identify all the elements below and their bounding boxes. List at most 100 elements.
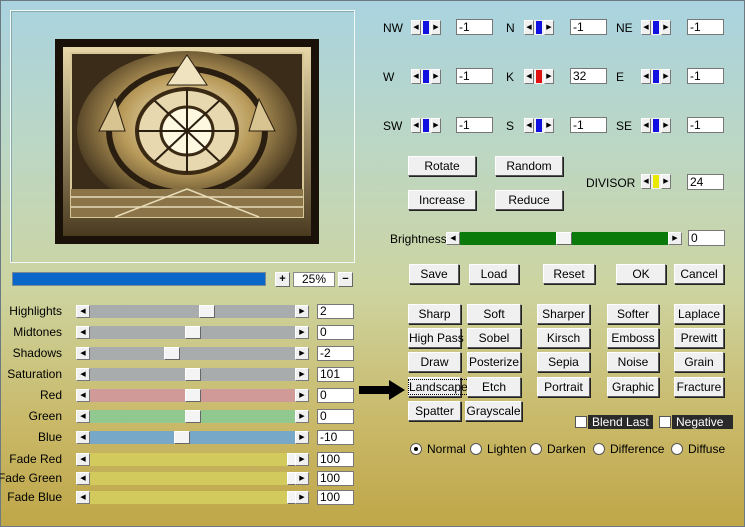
shadows-value[interactable]: -2 bbox=[317, 346, 354, 361]
divisor-value[interactable]: 24 bbox=[687, 174, 724, 190]
highlights-slider[interactable]: ◀ ▶ bbox=[76, 305, 309, 318]
preset-graphic-button[interactable]: Graphic bbox=[607, 377, 659, 397]
shadows-right-icon[interactable]: ▶ bbox=[295, 347, 309, 360]
dir-n-spinner[interactable]: ◀ ▶ bbox=[524, 20, 554, 35]
save-button[interactable]: Save bbox=[409, 264, 459, 284]
red-value[interactable]: 0 bbox=[317, 388, 354, 403]
preset-sharper-button[interactable]: Sharper bbox=[537, 304, 590, 324]
dir-e-increase-icon[interactable]: ▶ bbox=[661, 69, 671, 84]
fade-red-right-icon[interactable]: ▶ bbox=[295, 453, 309, 466]
random-button[interactable]: Random bbox=[495, 156, 563, 176]
dir-k-decrease-icon[interactable]: ◀ bbox=[524, 69, 534, 84]
dir-nw-decrease-icon[interactable]: ◀ bbox=[411, 20, 421, 35]
red-left-icon[interactable]: ◀ bbox=[76, 389, 90, 402]
dir-ne-increase-icon[interactable]: ▶ bbox=[661, 20, 671, 35]
preset-laplace-button[interactable]: Laplace bbox=[674, 304, 724, 324]
red-thumb[interactable] bbox=[184, 389, 201, 402]
dir-k-spinner[interactable]: ◀ ▶ bbox=[524, 69, 554, 84]
saturation-left-icon[interactable]: ◀ bbox=[76, 368, 90, 381]
preset-sepia-button[interactable]: Sepia bbox=[537, 352, 590, 372]
blue-right-icon[interactable]: ▶ bbox=[295, 431, 309, 444]
dir-nw-value[interactable]: -1 bbox=[456, 19, 493, 35]
dir-s-value[interactable]: -1 bbox=[570, 117, 607, 133]
preset-portrait-button[interactable]: Portrait bbox=[537, 377, 590, 397]
fade-blue-left-icon[interactable]: ◀ bbox=[76, 491, 90, 504]
reduce-button[interactable]: Reduce bbox=[495, 190, 563, 210]
preset-emboss-button[interactable]: Emboss bbox=[607, 328, 659, 348]
dir-sw-increase-icon[interactable]: ▶ bbox=[431, 118, 441, 133]
dir-w-decrease-icon[interactable]: ◀ bbox=[411, 69, 421, 84]
zoom-in-button[interactable]: + bbox=[275, 272, 290, 287]
preset-noise-button[interactable]: Noise bbox=[607, 352, 659, 372]
fade-green-right-icon[interactable]: ▶ bbox=[295, 472, 309, 485]
preset-fracture-button[interactable]: Fracture bbox=[674, 377, 724, 397]
preset-softer-button[interactable]: Softer bbox=[607, 304, 659, 324]
brightness-slider[interactable]: ◀ ▶ bbox=[446, 232, 682, 245]
preset-posterize-button[interactable]: Posterize bbox=[467, 352, 521, 372]
saturation-value[interactable]: 101 bbox=[317, 367, 354, 382]
preset-landscape-button[interactable]: Landscape bbox=[408, 377, 469, 397]
dir-e-decrease-icon[interactable]: ◀ bbox=[641, 69, 651, 84]
brightness-left-icon[interactable]: ◀ bbox=[446, 232, 460, 245]
preset-high-pass-button[interactable]: High Pass bbox=[408, 328, 464, 348]
red-right-icon[interactable]: ▶ bbox=[295, 389, 309, 402]
dir-w-spinner[interactable]: ◀ ▶ bbox=[411, 69, 441, 84]
brightness-value[interactable]: 0 bbox=[688, 230, 725, 246]
saturation-slider[interactable]: ◀ ▶ bbox=[76, 368, 309, 381]
dir-nw-increase-icon[interactable]: ▶ bbox=[431, 20, 441, 35]
preset-spatter-button[interactable]: Spatter bbox=[408, 401, 461, 421]
shadows-left-icon[interactable]: ◀ bbox=[76, 347, 90, 360]
dir-ne-spinner[interactable]: ◀ ▶ bbox=[641, 20, 671, 35]
shadows-slider[interactable]: ◀ ▶ bbox=[76, 347, 309, 360]
green-slider[interactable]: ◀ ▶ bbox=[76, 410, 309, 423]
preset-grayscale-button[interactable]: Grayscale bbox=[465, 401, 522, 421]
mode-darken-radio[interactable] bbox=[530, 443, 542, 455]
dir-sw-spinner[interactable]: ◀ ▶ bbox=[411, 118, 441, 133]
blue-left-icon[interactable]: ◀ bbox=[76, 431, 90, 444]
saturation-right-icon[interactable]: ▶ bbox=[295, 368, 309, 381]
load-button[interactable]: Load bbox=[469, 264, 519, 284]
fade-green-value[interactable]: 100 bbox=[317, 471, 354, 486]
fade-green-slider[interactable]: ◀ ▶ bbox=[76, 472, 309, 485]
fade-red-left-icon[interactable]: ◀ bbox=[76, 453, 90, 466]
blue-value[interactable]: -10 bbox=[317, 430, 354, 445]
midtones-left-icon[interactable]: ◀ bbox=[76, 326, 90, 339]
ok-button[interactable]: OK bbox=[616, 264, 666, 284]
rotate-button[interactable]: Rotate bbox=[408, 156, 476, 176]
green-value[interactable]: 0 bbox=[317, 409, 354, 424]
cancel-button[interactable]: Cancel bbox=[674, 264, 724, 284]
brightness-right-icon[interactable]: ▶ bbox=[668, 232, 682, 245]
zoom-out-button[interactable]: − bbox=[338, 272, 353, 287]
dir-s-decrease-icon[interactable]: ◀ bbox=[524, 118, 534, 133]
dir-se-spinner[interactable]: ◀ ▶ bbox=[641, 118, 671, 133]
dir-sw-value[interactable]: -1 bbox=[456, 117, 493, 133]
preset-sobel-button[interactable]: Sobel bbox=[467, 328, 521, 348]
preset-draw-button[interactable]: Draw bbox=[408, 352, 461, 372]
mode-lighten-radio[interactable] bbox=[470, 443, 482, 455]
dir-w-increase-icon[interactable]: ▶ bbox=[431, 69, 441, 84]
blend-last-checkbox[interactable] bbox=[575, 416, 587, 428]
highlights-thumb[interactable] bbox=[198, 305, 215, 318]
preset-prewitt-button[interactable]: Prewitt bbox=[674, 328, 724, 348]
saturation-thumb[interactable] bbox=[184, 368, 201, 381]
increase-button[interactable]: Increase bbox=[408, 190, 476, 210]
dir-w-value[interactable]: -1 bbox=[456, 68, 493, 84]
reset-button[interactable]: Reset bbox=[543, 264, 595, 284]
dir-k-increase-icon[interactable]: ▶ bbox=[544, 69, 554, 84]
dir-ne-value[interactable]: -1 bbox=[687, 19, 724, 35]
fade-red-value[interactable]: 100 bbox=[317, 452, 354, 467]
preset-sharp-button[interactable]: Sharp bbox=[408, 304, 461, 324]
shadows-thumb[interactable] bbox=[164, 347, 180, 360]
dir-e-value[interactable]: -1 bbox=[687, 68, 724, 84]
preset-grain-button[interactable]: Grain bbox=[674, 352, 724, 372]
dir-ne-decrease-icon[interactable]: ◀ bbox=[641, 20, 651, 35]
preset-etch-button[interactable]: Etch bbox=[467, 377, 521, 397]
red-slider[interactable]: ◀ ▶ bbox=[76, 389, 309, 402]
midtones-right-icon[interactable]: ▶ bbox=[295, 326, 309, 339]
dir-se-value[interactable]: -1 bbox=[687, 117, 724, 133]
dir-n-increase-icon[interactable]: ▶ bbox=[544, 20, 554, 35]
divisor-spinner[interactable]: ◀ ▶ bbox=[641, 174, 671, 189]
divisor-decrease-icon[interactable]: ◀ bbox=[641, 174, 651, 189]
midtones-slider[interactable]: ◀ ▶ bbox=[76, 326, 309, 339]
highlights-value[interactable]: 2 bbox=[317, 304, 354, 319]
